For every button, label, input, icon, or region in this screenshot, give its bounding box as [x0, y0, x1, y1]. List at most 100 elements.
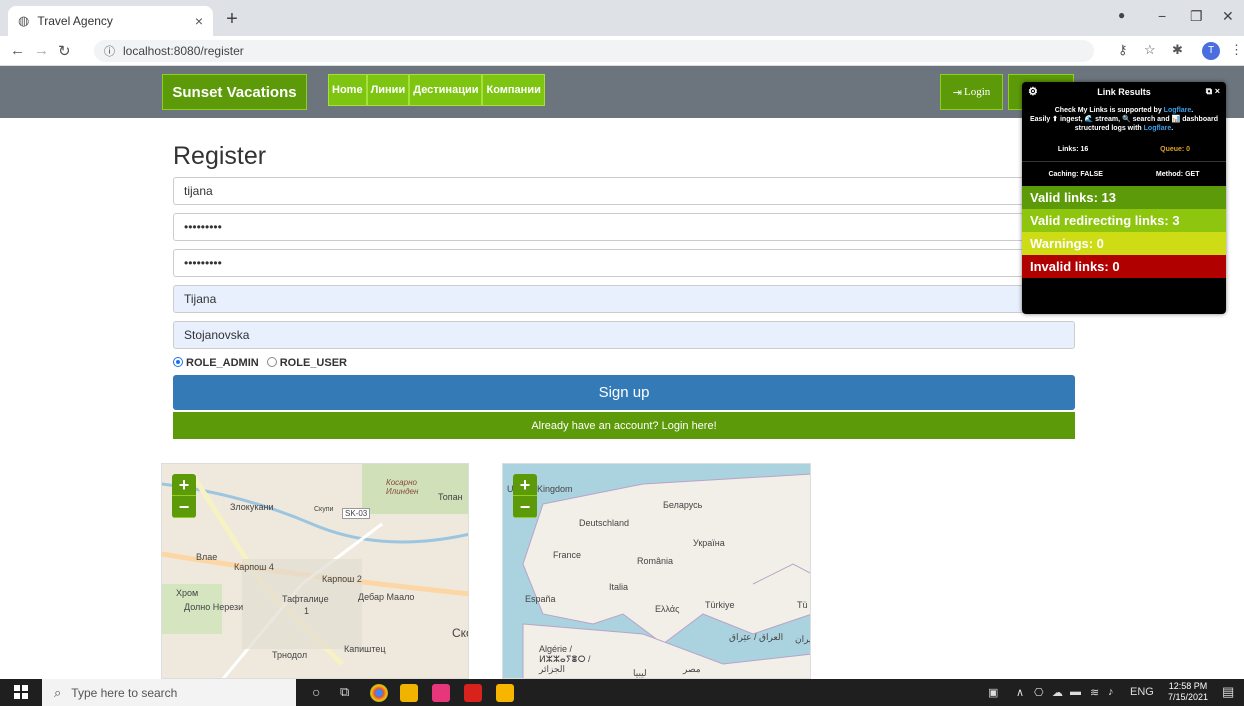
intellij-icon[interactable] [432, 684, 450, 702]
map-label: Капиштец [344, 644, 386, 654]
browser-tab[interactable]: ◍ Travel Agency × [8, 6, 213, 36]
map-label: Хром [176, 588, 199, 598]
map-label: Косарно Илинден [386, 478, 419, 496]
map-label: Ско [452, 626, 468, 640]
star-icon[interactable]: ☆ [1144, 42, 1156, 58]
map-label: العراق / عێراق [729, 632, 784, 642]
region-map[interactable]: + − Kingdom Беларусь Deutschland Україна… [502, 463, 811, 679]
search-icon: ⌕ [54, 684, 62, 700]
close-icon[interactable]: × [1215, 86, 1220, 96]
battery-icon[interactable]: ▬ [1070, 686, 1081, 698]
key-icon[interactable]: ⚷ [1118, 42, 1128, 58]
region-map-zoom-in-button[interactable]: + [513, 474, 537, 496]
repeat-password-input[interactable] [173, 249, 1075, 277]
profile-avatar[interactable]: T [1202, 42, 1220, 60]
globe-icon: ◍ [18, 13, 30, 28]
map-label: مصر [683, 664, 701, 674]
caching-status: Caching: FALSE [1048, 170, 1103, 178]
link-results-title: Link Results [1097, 87, 1151, 97]
photos-icon[interactable] [496, 684, 514, 702]
role-admin-radio[interactable] [173, 357, 183, 367]
links-count: Links: 16 [1057, 145, 1089, 153]
username-input[interactable] [173, 177, 1075, 205]
role-user-option[interactable]: ROLE_USER [266, 357, 347, 369]
map-label: Algérie / ⵍⵣⵣⴰⵢⴻⵔ / الجزائر [539, 644, 591, 674]
logflare-link[interactable]: Logflare [1164, 107, 1192, 114]
nav-destinations[interactable]: Дестинации [409, 74, 483, 106]
close-window-icon[interactable]: ✕ [1222, 8, 1234, 25]
gear-icon[interactable]: ⚙ [1028, 85, 1038, 98]
file-explorer-icon[interactable] [400, 684, 418, 702]
volume-icon[interactable]: ♪ [1108, 686, 1114, 698]
warnings-stat[interactable]: Warnings: 0 [1022, 232, 1226, 255]
map-label: Карпош 2 [322, 574, 362, 584]
map-label: Злокукани [230, 502, 274, 512]
windows-start-icon[interactable] [14, 685, 28, 699]
invalid-links-stat[interactable]: Invalid links: 0 [1022, 255, 1226, 278]
name-input[interactable] [173, 285, 1075, 313]
tablet-icon[interactable]: ▣ [988, 686, 998, 699]
map-label: 1 [304, 606, 310, 616]
password-input[interactable] [173, 213, 1075, 241]
redirecting-links-stat[interactable]: Valid redirecting links: 3 [1022, 209, 1226, 232]
task-view-icon[interactable]: ⧉ [340, 684, 349, 700]
menu-dots-icon[interactable]: ⋮ [1230, 42, 1243, 58]
popout-icon[interactable]: ⧉ [1206, 86, 1212, 96]
puzzle-icon[interactable]: ✱ [1172, 42, 1183, 58]
logflare-link-2[interactable]: Logflare [1144, 125, 1172, 132]
map-label: U [507, 484, 514, 494]
role-user-radio[interactable] [266, 357, 277, 367]
system-clock[interactable]: 12:58 PM 7/15/2021 [1168, 681, 1208, 703]
profile-dot-icon[interactable]: ● [1118, 8, 1125, 22]
link-results-tools: ⧉ × [1206, 86, 1220, 97]
map-label: Tü [797, 600, 808, 610]
city-map[interactable]: + − Злокукани Влае Карпош 4 Карпош 2 Хро… [161, 463, 469, 679]
map-label: España [525, 594, 556, 604]
url-input[interactable]: ⓘ localhost:8080/register [94, 40, 1094, 62]
valid-links-stat[interactable]: Valid links: 13 [1022, 186, 1226, 209]
nav-companies[interactable]: Компании [482, 74, 545, 106]
region-map-zoom-out-button[interactable]: − [513, 496, 537, 518]
map-label: Kingdom [537, 484, 573, 494]
map-label: Скупи [314, 506, 334, 513]
link-results-description: Check My Links is supported by Logflare.… [1029, 107, 1218, 132]
minimize-icon[interactable]: − [1158, 8, 1166, 24]
wifi-icon[interactable]: ≋ [1090, 686, 1099, 699]
clock-time: 12:58 PM [1168, 681, 1208, 691]
nav-home[interactable]: Home [328, 74, 367, 106]
city-map-zoom-in-button[interactable]: + [172, 474, 196, 496]
usb-icon[interactable]: ⎔ [1034, 686, 1044, 699]
onedrive-icon[interactable]: ☁ [1052, 686, 1063, 699]
chevron-up-icon[interactable]: ∧ [1016, 686, 1024, 699]
info-icon[interactable]: ⓘ [104, 43, 115, 59]
queue-count: Queue: 0 [1160, 145, 1191, 153]
tab-close-icon[interactable]: × [195, 13, 203, 29]
forward-arrow-icon[interactable]: → [34, 42, 49, 59]
map-label: Долно Нерези [184, 602, 244, 612]
reload-icon[interactable]: ↻ [58, 42, 71, 60]
taskbar-search[interactable]: ⌕ Type here to search [42, 679, 296, 706]
link-results-settings: Caching: FALSE Method: GET [1022, 162, 1226, 186]
map-label: Україна [693, 538, 725, 548]
clock-date: 7/15/2021 [1168, 692, 1209, 702]
tab-title: Travel Agency [37, 14, 113, 28]
login-button[interactable]: ⇥ Login [940, 74, 1003, 110]
nav-lines[interactable]: Линии [366, 74, 410, 106]
browser-tabstrip: ◍ Travel Agency × + ● − ❐ ✕ [0, 0, 1244, 36]
language-indicator[interactable]: ENG [1130, 686, 1154, 698]
maximize-icon[interactable]: ❐ [1190, 8, 1203, 25]
new-tab-button[interactable]: + [220, 8, 244, 31]
role-admin-option[interactable]: ROLE_ADMIN [173, 357, 259, 369]
map-label: ایران [795, 634, 810, 644]
chrome-icon[interactable] [370, 684, 388, 702]
city-map-zoom-out-button[interactable]: − [172, 496, 196, 518]
acrobat-icon[interactable] [464, 684, 482, 702]
surname-input[interactable] [173, 321, 1075, 349]
map-label: Беларусь [663, 500, 703, 510]
sign-up-button[interactable]: Sign up [173, 375, 1075, 410]
notifications-icon[interactable]: ▤ [1222, 684, 1234, 700]
back-arrow-icon[interactable]: ← [10, 42, 25, 59]
login-here-link[interactable]: Already have an account? Login here! [173, 412, 1075, 439]
cortana-icon[interactable]: ○ [312, 684, 320, 700]
brand-link[interactable]: Sunset Vacations [162, 74, 307, 110]
